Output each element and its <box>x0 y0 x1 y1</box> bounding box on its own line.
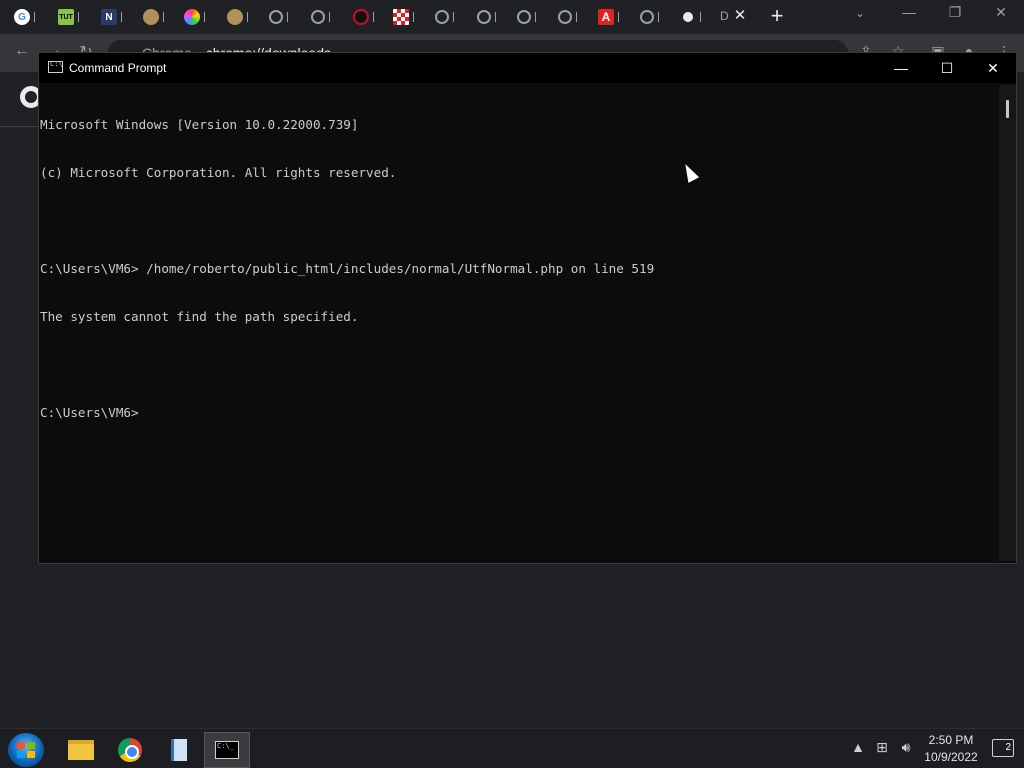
tab-napster[interactable]: N <box>101 6 127 28</box>
globe-icon <box>558 10 572 24</box>
tab-google[interactable]: G <box>14 6 40 28</box>
google-icon: G <box>14 9 30 25</box>
back-icon[interactable]: ← <box>11 42 33 60</box>
tab-globe-1[interactable] <box>269 6 293 28</box>
tab-divider <box>247 12 253 22</box>
console-line: (c) Microsoft Corporation. All rights re… <box>40 165 397 180</box>
notepad-icon <box>171 739 187 761</box>
console-output[interactable]: Microsoft Windows [Version 10.0.22000.73… <box>39 85 999 561</box>
tab-divider <box>373 12 379 22</box>
browser-close-icon[interactable]: ✕ <box>986 4 1016 21</box>
tab-globe-3[interactable] <box>435 6 459 28</box>
tab-divider <box>329 12 335 22</box>
notification-count: 2 <box>1005 742 1011 753</box>
browser-restore-icon[interactable]: ❐ <box>940 4 970 21</box>
clock-time: 2:50 PM <box>928 733 974 747</box>
taskbar-notepad[interactable] <box>156 732 202 768</box>
cmd-maximize-icon[interactable]: ☐ <box>924 53 970 83</box>
cmd-close-icon[interactable]: ✕ <box>970 53 1016 83</box>
cmd-icon <box>215 741 239 759</box>
cmd-scrollbar[interactable] <box>999 85 1016 561</box>
tab-debian[interactable] <box>353 6 379 28</box>
tab-divider <box>618 12 624 22</box>
tab-strip: G TUT N A D ✕ + ⌄ — ❐ ✕ <box>0 0 1024 34</box>
taskbar-chrome[interactable] <box>107 732 153 768</box>
color-wheel-icon <box>184 9 200 25</box>
tab-emblem-2[interactable] <box>227 6 253 28</box>
console-line: C:\Users\VM6> /home/roberto/public_html/… <box>40 261 655 276</box>
tab-globe-7[interactable] <box>640 6 664 28</box>
tab-divider <box>576 12 582 22</box>
checker-icon <box>393 9 409 25</box>
tab-close-icon[interactable]: ✕ <box>733 6 747 26</box>
tab-divider <box>535 12 541 22</box>
start-button[interactable] <box>8 733 44 767</box>
new-tab-icon[interactable]: + <box>766 4 788 28</box>
tab-globe-2[interactable] <box>311 6 335 28</box>
tab-divider <box>287 12 293 22</box>
tab-divider <box>34 12 40 22</box>
shield-emblem-icon <box>227 9 243 25</box>
tab-globe-6[interactable] <box>558 6 582 28</box>
tab-divider <box>495 12 501 22</box>
browser-minimize-icon[interactable]: — <box>894 4 924 20</box>
napster-icon: N <box>101 9 117 25</box>
taskbar-command-prompt[interactable] <box>204 732 250 768</box>
folder-icon <box>68 740 94 760</box>
tab-color[interactable] <box>184 6 210 28</box>
active-tab-label[interactable]: D <box>720 9 729 23</box>
clock-date: 10/9/2022 <box>924 750 978 764</box>
tab-vmix[interactable]: TUT <box>58 6 84 28</box>
cmd-window-title: Command Prompt <box>69 61 167 75</box>
tab-acrobat[interactable]: A <box>598 6 624 28</box>
cmd-titlebar[interactable]: Command Prompt — ☐ ✕ <box>39 53 1016 83</box>
taskbar-file-explorer[interactable] <box>58 732 104 768</box>
tab-divider <box>204 12 210 22</box>
github-icon <box>680 9 696 25</box>
windows-logo-icon <box>17 742 35 758</box>
globe-icon <box>477 10 491 24</box>
vmix-tut-icon: TUT <box>58 9 74 25</box>
cmd-scrollbar-thumb[interactable] <box>1006 100 1009 118</box>
console-line: Microsoft Windows [Version 10.0.22000.73… <box>40 117 359 132</box>
tab-divider <box>121 12 127 22</box>
shield-emblem-icon <box>143 9 159 25</box>
tab-search-chevron-icon[interactable]: ⌄ <box>855 6 865 20</box>
tab-emblem-1[interactable] <box>143 6 169 28</box>
globe-icon <box>435 10 449 24</box>
notification-center-icon[interactable]: 2 <box>992 739 1014 757</box>
tab-divider <box>658 12 664 22</box>
tab-globe-4[interactable] <box>477 6 501 28</box>
cmd-minimize-icon[interactable]: — <box>878 53 924 83</box>
command-prompt-window[interactable]: Command Prompt — ☐ ✕ Microsoft Windows [… <box>38 52 1017 564</box>
tab-divider <box>78 12 84 22</box>
chrome-icon <box>118 738 142 762</box>
network-icon[interactable]: ⊞ <box>873 739 891 756</box>
taskbar: ▲ ⊞ 🔊︎ 2:50 PM 10/9/2022 2 <box>0 728 1024 768</box>
tab-globe-5[interactable] <box>517 6 541 28</box>
tab-divider <box>163 12 169 22</box>
tab-divider <box>453 12 459 22</box>
globe-icon <box>640 10 654 24</box>
acrobat-icon: A <box>598 9 614 25</box>
tab-checker[interactable] <box>393 6 419 28</box>
console-prompt[interactable]: C:\Users\VM6> <box>40 405 999 421</box>
show-hidden-icons-icon[interactable]: ▲ <box>849 739 867 755</box>
volume-icon[interactable]: 🔊︎ <box>897 739 915 756</box>
globe-icon <box>269 10 283 24</box>
globe-icon <box>311 10 325 24</box>
cmd-app-icon <box>48 60 63 73</box>
tab-divider <box>700 12 706 22</box>
globe-icon <box>517 10 531 24</box>
page-header-divider <box>0 126 40 127</box>
taskbar-clock[interactable]: 2:50 PM 10/9/2022 <box>918 732 984 766</box>
tab-divider <box>413 12 419 22</box>
tab-github[interactable] <box>680 6 706 28</box>
debian-swirl-icon <box>353 9 369 25</box>
console-line: The system cannot find the path specifie… <box>40 309 359 324</box>
